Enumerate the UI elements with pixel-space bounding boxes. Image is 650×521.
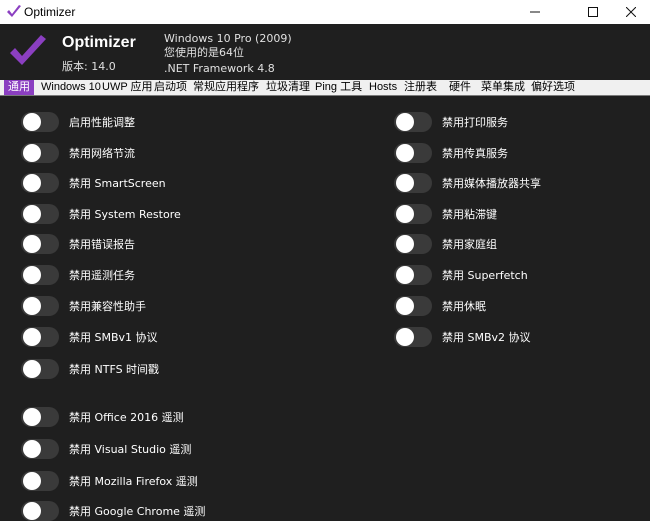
option-sticky-keys[interactable]: 禁用粘滞键 <box>394 204 497 224</box>
option-label: 禁用遥测任务 <box>69 269 135 282</box>
option-label: 禁用休眠 <box>442 300 486 313</box>
toggle-switch[interactable] <box>394 327 432 347</box>
toggle-switch[interactable] <box>21 112 59 132</box>
option-chrome-telemetry[interactable]: 禁用 Google Chrome 遥测 <box>21 501 205 521</box>
option-label: 禁用家庭组 <box>442 238 497 251</box>
toggle-switch[interactable] <box>21 204 59 224</box>
option-label: 禁用错误报告 <box>69 238 135 251</box>
option-label: 禁用 Visual Studio 遥测 <box>69 443 192 456</box>
option-label: 禁用 SMBv1 协议 <box>69 331 158 344</box>
close-icon <box>626 7 636 17</box>
option-hibernation[interactable]: 禁用休眠 <box>394 296 486 316</box>
tab-cleaner[interactable]: 垃圾清理 <box>266 80 310 95</box>
minimize-icon <box>530 11 540 13</box>
tab-uwp[interactable]: UWP 应用 <box>102 80 153 95</box>
option-visual-studio-telemetry[interactable]: 禁用 Visual Studio 遥测 <box>21 439 191 459</box>
minimize-button[interactable] <box>512 0 558 24</box>
tab-general[interactable]: 通用 <box>4 80 34 95</box>
option-ntfs-timestamp[interactable]: 禁用 NTFS 时间戳 <box>21 359 159 379</box>
option-smbv1[interactable]: 禁用 SMBv1 协议 <box>21 327 158 347</box>
app-name: Optimizer <box>62 34 136 51</box>
toggle-switch[interactable] <box>394 234 432 254</box>
option-compatibility-assistant[interactable]: 禁用兼容性助手 <box>21 296 146 316</box>
option-label: 禁用媒体播放器共享 <box>442 177 541 190</box>
close-button[interactable] <box>608 0 650 24</box>
tab-startup[interactable]: 启动项 <box>154 80 187 95</box>
option-label: 禁用 Google Chrome 遥测 <box>69 505 206 518</box>
toggle-switch[interactable] <box>21 407 59 427</box>
option-label: 禁用 SMBv2 协议 <box>442 331 531 344</box>
toggle-switch[interactable] <box>21 265 59 285</box>
tab-preferences[interactable]: 偏好选项 <box>531 80 575 95</box>
option-telemetry-tasks[interactable]: 禁用遥测任务 <box>21 265 135 285</box>
option-label: 禁用传真服务 <box>442 147 508 160</box>
tab-bar: 通用 Windows 10 UWP 应用 启动项 常规应用程序 垃圾清理 Pin… <box>0 80 650 96</box>
option-smbv2[interactable]: 禁用 SMBv2 协议 <box>394 327 531 347</box>
os-info: Windows 10 Pro (2009) <box>164 32 292 45</box>
toggle-switch[interactable] <box>394 296 432 316</box>
option-label: 禁用 NTFS 时间戳 <box>69 363 160 376</box>
option-label: 禁用打印服务 <box>442 116 508 129</box>
option-label: 启用性能调整 <box>69 116 135 129</box>
toggle-switch[interactable] <box>21 501 59 521</box>
toggle-switch[interactable] <box>21 143 59 163</box>
toggle-switch[interactable] <box>394 204 432 224</box>
app-header: Optimizer 版本: 14.0 Windows 10 Pro (2009)… <box>0 24 650 80</box>
option-office-telemetry[interactable]: 禁用 Office 2016 遥测 <box>21 407 184 427</box>
toggle-switch[interactable] <box>21 296 59 316</box>
option-network-throttling[interactable]: 禁用网络节流 <box>21 143 135 163</box>
tab-hardware[interactable]: 硬件 <box>449 80 471 95</box>
general-options-panel: 启用性能调整 禁用网络节流 禁用 SmartScreen 禁用 System R… <box>0 96 650 521</box>
toggle-switch[interactable] <box>21 173 59 193</box>
option-system-restore[interactable]: 禁用 System Restore <box>21 204 181 224</box>
window-title: Optimizer <box>24 5 76 19</box>
title-bar: Optimizer <box>0 0 650 24</box>
option-label: 禁用 System Restore <box>69 208 181 221</box>
toggle-switch[interactable] <box>21 234 59 254</box>
option-label: 禁用网络节流 <box>69 147 135 160</box>
toggle-switch[interactable] <box>21 327 59 347</box>
option-label: 禁用 SmartScreen <box>69 177 166 190</box>
tab-windows10[interactable]: Windows 10 <box>41 80 101 95</box>
option-firefox-telemetry[interactable]: 禁用 Mozilla Firefox 遥测 <box>21 471 198 491</box>
app-version: 版本: 14.0 <box>62 60 116 73</box>
tab-hosts[interactable]: Hosts <box>369 80 397 95</box>
option-homegroup[interactable]: 禁用家庭组 <box>394 234 497 254</box>
option-media-player-sharing[interactable]: 禁用媒体播放器共享 <box>394 173 541 193</box>
option-label: 禁用粘滞键 <box>442 208 497 221</box>
option-label: 禁用 Mozilla Firefox 遥测 <box>69 475 198 488</box>
option-label: 禁用 Superfetch <box>442 269 528 282</box>
tab-common-apps[interactable]: 常规应用程序 <box>193 80 259 95</box>
checkmark-icon <box>10 35 46 65</box>
toggle-switch[interactable] <box>21 471 59 491</box>
option-performance-tweaks[interactable]: 启用性能调整 <box>21 112 135 132</box>
option-superfetch[interactable]: 禁用 Superfetch <box>394 265 528 285</box>
toggle-switch[interactable] <box>394 143 432 163</box>
option-smartscreen[interactable]: 禁用 SmartScreen <box>21 173 166 193</box>
option-print-service[interactable]: 禁用打印服务 <box>394 112 508 132</box>
option-fax-service[interactable]: 禁用传真服务 <box>394 143 508 163</box>
option-error-reporting[interactable]: 禁用错误报告 <box>21 234 135 254</box>
option-label: 禁用 Office 2016 遥测 <box>69 411 184 424</box>
toggle-switch[interactable] <box>394 173 432 193</box>
bitness-info: 您使用的是64位 <box>164 46 244 59</box>
toggle-switch[interactable] <box>394 112 432 132</box>
toggle-switch[interactable] <box>21 359 59 379</box>
tab-registry[interactable]: 注册表 <box>404 80 437 95</box>
toggle-switch[interactable] <box>394 265 432 285</box>
tab-menu-integration[interactable]: 菜单集成 <box>481 80 525 95</box>
toggle-switch[interactable] <box>21 439 59 459</box>
maximize-icon <box>588 7 598 17</box>
option-label: 禁用兼容性助手 <box>69 300 146 313</box>
app-checkmark-icon <box>7 5 21 17</box>
tab-ping[interactable]: Ping 工具 <box>315 80 362 95</box>
framework-info: .NET Framework 4.8 <box>164 62 275 75</box>
